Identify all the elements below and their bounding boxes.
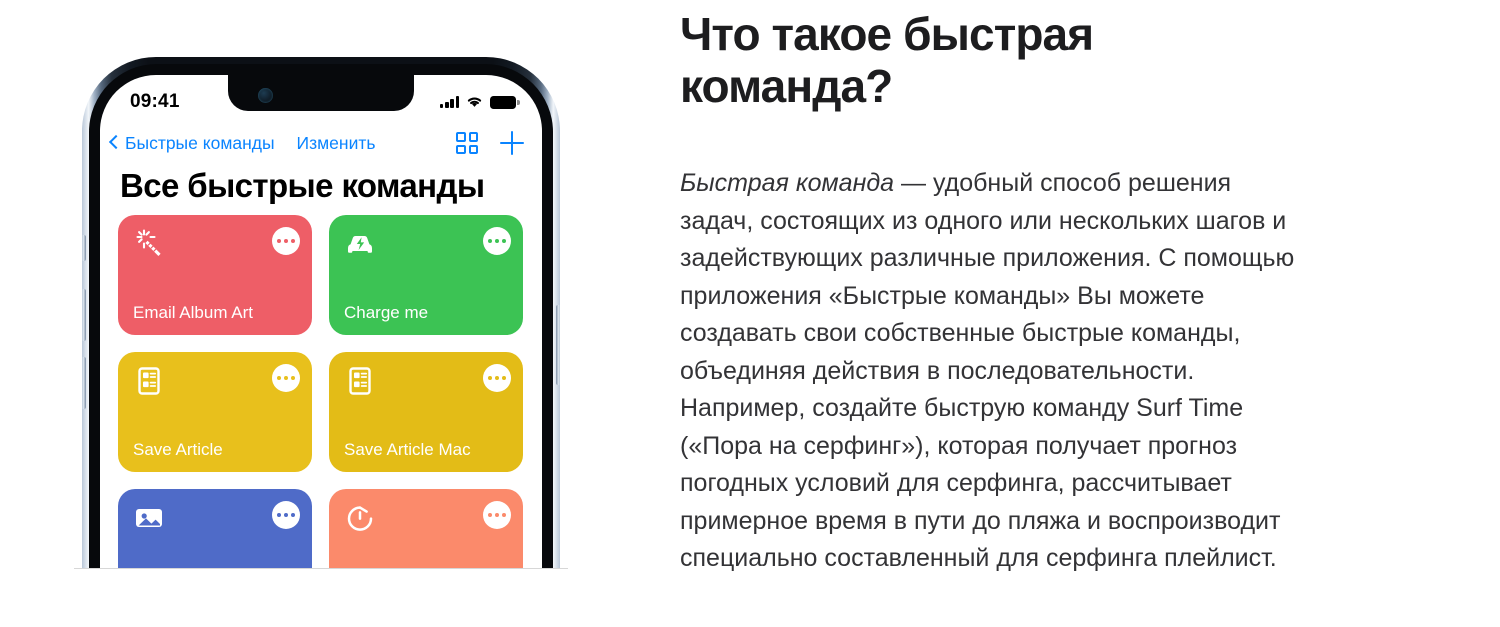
shortcut-card[interactable]: Save Article Mac — [329, 352, 523, 472]
volume-down-button[interactable] — [82, 357, 86, 409]
shortcut-card[interactable] — [329, 489, 523, 569]
status-bar-indicators — [440, 95, 520, 109]
article-paragraph: Быстрая команда — удобный способ решения… — [680, 165, 1305, 578]
shortcut-label: Save Article Mac — [344, 440, 471, 460]
shortcut-card[interactable]: Email Album Art — [118, 215, 312, 335]
shortcut-more-button[interactable] — [272, 501, 300, 529]
car-charging-icon — [348, 236, 372, 253]
navigation-bar: Быстрые команды Изменить — [100, 119, 542, 167]
shortcut-card[interactable]: Charge me — [329, 215, 523, 335]
article-term-italic: Быстрая команда — [680, 169, 895, 197]
image-crop-divider — [74, 568, 568, 569]
magic-wand-icon — [136, 229, 161, 256]
article-column: Что такое быстрая команда? Быстрая коман… — [680, 0, 1500, 627]
document-text-image-icon — [138, 367, 160, 395]
plus-icon[interactable] — [500, 131, 524, 155]
back-button-label: Быстрые команды — [125, 132, 275, 153]
shortcut-label: Charge me — [344, 303, 429, 323]
grid-2x2-icon[interactable] — [456, 132, 478, 154]
shortcut-more-button[interactable] — [272, 227, 300, 255]
page-title: Все быстрые команды — [120, 167, 485, 204]
volume-up-button[interactable] — [82, 289, 86, 341]
shortcut-card[interactable] — [118, 489, 312, 569]
mute-switch[interactable] — [82, 235, 86, 261]
chevron-left-icon — [110, 135, 120, 152]
status-bar: 09:41 — [100, 75, 542, 119]
shortcut-more-button[interactable] — [483, 501, 511, 529]
edit-button[interactable]: Изменить — [297, 133, 376, 154]
wifi-icon — [467, 97, 482, 107]
shortcut-label: Email Album Art — [133, 303, 253, 323]
page-root: 09:41 Быстрые команды Изменить Все быстр… — [0, 0, 1500, 627]
power-button[interactable] — [556, 305, 560, 385]
shortcut-label: Save Article — [133, 440, 223, 460]
shortcut-more-button[interactable] — [272, 364, 300, 392]
status-bar-clock: 09:41 — [130, 91, 180, 112]
phone-mockup-column: 09:41 Быстрые команды Изменить Все быстр… — [0, 0, 680, 627]
timer-icon — [347, 506, 373, 531]
battery-full-icon — [490, 95, 520, 109]
photo-icon — [136, 509, 162, 527]
back-button[interactable]: Быстрые команды — [110, 133, 275, 154]
article-headline: Что такое быстрая команда? — [680, 8, 1094, 113]
shortcut-more-button[interactable] — [483, 364, 511, 392]
iphone-mockup: 09:41 Быстрые команды Изменить Все быстр… — [82, 57, 560, 569]
article-paragraph-rest: — удобный способ решения задач, состоящи… — [680, 169, 1295, 572]
shortcut-card[interactable]: Save Article — [118, 352, 312, 472]
shortcuts-grid: Email Album Art Charge me Save Article S… — [118, 215, 528, 569]
phone-screen: 09:41 Быстрые команды Изменить Все быстр… — [100, 75, 542, 569]
cellular-bars-icon — [440, 96, 459, 108]
document-text-image-icon — [349, 367, 371, 395]
shortcut-more-button[interactable] — [483, 227, 511, 255]
